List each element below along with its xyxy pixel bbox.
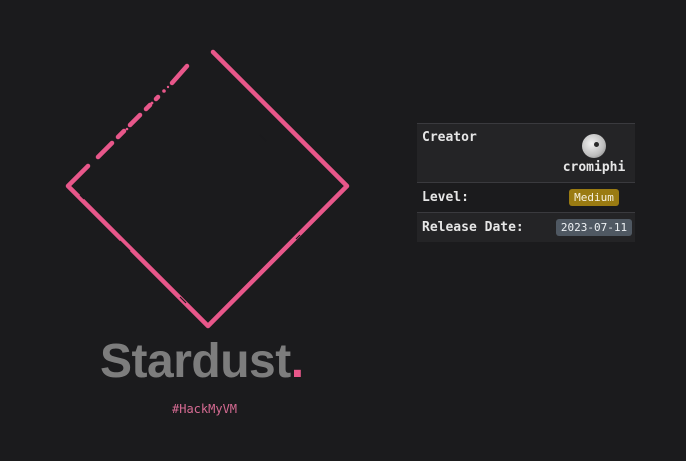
- level-cell: Medium: [553, 182, 635, 213]
- machine-title: Stardust.: [100, 333, 304, 391]
- machine-page: Stardust. #HackMyVM Creator cromiphi Lev…: [0, 0, 686, 461]
- release-date-badge: 2023-07-11: [555, 219, 633, 236]
- level-badge: Medium: [569, 189, 619, 206]
- release-row: Release Date: 2023-07-11: [417, 212, 635, 242]
- level-label: Level:: [417, 182, 553, 213]
- machine-name: Stardust: [100, 335, 291, 388]
- creator-avatar[interactable]: [582, 134, 606, 158]
- machine-name-dot: .: [290, 335, 304, 388]
- level-row: Level: Medium: [417, 182, 635, 213]
- machine-info-table: Creator cromiphi Level: Medium Release D…: [417, 123, 635, 242]
- diamond-logo-icon: [60, 45, 355, 335]
- creator-name[interactable]: cromiphi: [563, 160, 626, 175]
- creator-cell: cromiphi: [553, 123, 635, 183]
- creator-label: Creator: [417, 123, 553, 183]
- release-label: Release Date:: [417, 212, 553, 242]
- release-cell: 2023-07-11: [553, 212, 635, 242]
- creator-row: Creator cromiphi: [417, 123, 635, 183]
- platform-tag: #HackMyVM: [172, 402, 238, 416]
